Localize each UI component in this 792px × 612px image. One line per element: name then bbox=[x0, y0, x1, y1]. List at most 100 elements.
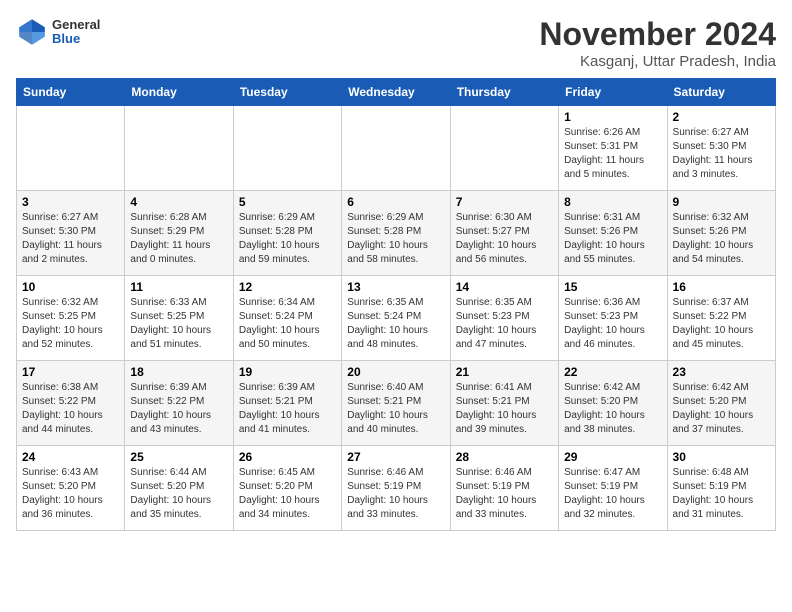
calendar-cell: 17 Sunrise: 6:38 AMSunset: 5:22 PMDayligh… bbox=[17, 361, 125, 446]
day-info: Sunrise: 6:37 AMSunset: 5:22 PMDaylight:… bbox=[673, 296, 770, 352]
weekday-header-saturday: Saturday bbox=[667, 79, 775, 106]
day-info: Sunrise: 6:42 AMSunset: 5:20 PMDaylight:… bbox=[673, 381, 770, 437]
calendar-cell: 25Sunrise: 6:44 AMSunset: 5:20 PMDayligh… bbox=[125, 446, 233, 531]
day-info: Sunrise: 6:39 AMSunset: 5:22 PMDaylight:… bbox=[130, 381, 227, 437]
day-info: Sunrise: 6:38 AMSunset: 5:22 PMDaylight:… bbox=[22, 381, 119, 437]
calendar-cell: 14 Sunrise: 6:35 AMSunset: 5:23 PMDayligh… bbox=[450, 276, 558, 361]
day-number: 22 bbox=[564, 365, 661, 379]
calendar-cell: 22 Sunrise: 6:42 AMSunset: 5:20 PMDayligh… bbox=[559, 361, 667, 446]
weekday-header-row: SundayMondayTuesdayWednesdayThursdayFrid… bbox=[17, 79, 776, 106]
day-info: Sunrise: 6:42 AMSunset: 5:20 PMDaylight:… bbox=[564, 381, 661, 437]
day-info: Sunrise: 6:32 AMSunset: 5:26 PMDaylight:… bbox=[673, 211, 770, 267]
day-number: 30 bbox=[673, 450, 770, 464]
day-info: Sunrise: 6:47 AMSunset: 5:19 PMDaylight:… bbox=[564, 466, 661, 522]
day-info: Sunrise: 6:43 AMSunset: 5:20 PMDaylight:… bbox=[22, 466, 119, 522]
day-number: 1 bbox=[564, 110, 661, 124]
calendar-cell: 9 Sunrise: 6:32 AMSunset: 5:26 PMDaylight… bbox=[667, 191, 775, 276]
calendar-cell: 2 Sunrise: 6:27 AMSunset: 5:30 PMDaylight… bbox=[667, 106, 775, 191]
day-info: Sunrise: 6:39 AMSunset: 5:21 PMDaylight:… bbox=[239, 381, 336, 437]
calendar-cell bbox=[233, 106, 341, 191]
day-info: Sunrise: 6:27 AMSunset: 5:30 PMDaylight:… bbox=[673, 126, 770, 182]
calendar-cell: 21 Sunrise: 6:41 AMSunset: 5:21 PMDayligh… bbox=[450, 361, 558, 446]
page-header: General Blue November 2024 Kasganj, Utta… bbox=[16, 16, 776, 70]
calendar-cell: 6Sunrise: 6:29 AMSunset: 5:28 PMDaylight… bbox=[342, 191, 450, 276]
calendar-cell: 24Sunrise: 6:43 AMSunset: 5:20 PMDayligh… bbox=[17, 446, 125, 531]
day-number: 20 bbox=[347, 365, 444, 379]
day-number: 16 bbox=[673, 280, 770, 294]
day-info: Sunrise: 6:29 AMSunset: 5:28 PMDaylight:… bbox=[347, 211, 444, 267]
calendar-cell: 4Sunrise: 6:28 AMSunset: 5:29 PMDaylight… bbox=[125, 191, 233, 276]
weekday-header-tuesday: Tuesday bbox=[233, 79, 341, 106]
day-info: Sunrise: 6:26 AMSunset: 5:31 PMDaylight:… bbox=[564, 126, 661, 182]
day-number: 28 bbox=[456, 450, 553, 464]
title-section: November 2024 Kasganj, Uttar Pradesh, In… bbox=[539, 16, 776, 70]
calendar-week-2: 3Sunrise: 6:27 AMSunset: 5:30 PMDaylight… bbox=[17, 191, 776, 276]
calendar-cell: 1 Sunrise: 6:26 AMSunset: 5:31 PMDaylight… bbox=[559, 106, 667, 191]
calendar-cell: 19 Sunrise: 6:39 AMSunset: 5:21 PMDayligh… bbox=[233, 361, 341, 446]
day-number: 21 bbox=[456, 365, 553, 379]
day-number: 10 bbox=[22, 280, 119, 294]
day-info: Sunrise: 6:45 AMSunset: 5:20 PMDaylight:… bbox=[239, 466, 336, 522]
day-info: Sunrise: 6:36 AMSunset: 5:23 PMDaylight:… bbox=[564, 296, 661, 352]
day-number: 29 bbox=[564, 450, 661, 464]
day-number: 9 bbox=[673, 195, 770, 209]
month-title: November 2024 bbox=[539, 16, 776, 53]
calendar-cell bbox=[342, 106, 450, 191]
weekday-header-thursday: Thursday bbox=[450, 79, 558, 106]
day-info: Sunrise: 6:34 AMSunset: 5:24 PMDaylight:… bbox=[239, 296, 336, 352]
day-number: 3 bbox=[22, 195, 119, 209]
calendar-cell: 10Sunrise: 6:32 AMSunset: 5:25 PMDayligh… bbox=[17, 276, 125, 361]
weekday-header-sunday: Sunday bbox=[17, 79, 125, 106]
day-number: 23 bbox=[673, 365, 770, 379]
calendar-week-3: 10Sunrise: 6:32 AMSunset: 5:25 PMDayligh… bbox=[17, 276, 776, 361]
day-number: 14 bbox=[456, 280, 553, 294]
calendar-week-5: 24Sunrise: 6:43 AMSunset: 5:20 PMDayligh… bbox=[17, 446, 776, 531]
day-info: Sunrise: 6:33 AMSunset: 5:25 PMDaylight:… bbox=[130, 296, 227, 352]
day-info: Sunrise: 6:46 AMSunset: 5:19 PMDaylight:… bbox=[456, 466, 553, 522]
day-info: Sunrise: 6:31 AMSunset: 5:26 PMDaylight:… bbox=[564, 211, 661, 267]
calendar-cell bbox=[450, 106, 558, 191]
day-number: 25 bbox=[130, 450, 227, 464]
day-number: 26 bbox=[239, 450, 336, 464]
calendar-cell: 20Sunrise: 6:40 AMSunset: 5:21 PMDayligh… bbox=[342, 361, 450, 446]
day-number: 4 bbox=[130, 195, 227, 209]
calendar-cell: 13 Sunrise: 6:35 AMSunset: 5:24 PMDayligh… bbox=[342, 276, 450, 361]
logo: General Blue bbox=[16, 16, 100, 48]
day-number: 13 bbox=[347, 280, 444, 294]
calendar-cell bbox=[17, 106, 125, 191]
day-number: 19 bbox=[239, 365, 336, 379]
calendar-cell: 11 Sunrise: 6:33 AMSunset: 5:25 PMDayligh… bbox=[125, 276, 233, 361]
day-number: 11 bbox=[130, 280, 227, 294]
day-number: 27 bbox=[347, 450, 444, 464]
day-number: 17 bbox=[22, 365, 119, 379]
day-info: Sunrise: 6:35 AMSunset: 5:23 PMDaylight:… bbox=[456, 296, 553, 352]
day-number: 5 bbox=[239, 195, 336, 209]
day-number: 7 bbox=[456, 195, 553, 209]
day-number: 2 bbox=[673, 110, 770, 124]
calendar-cell: 28 Sunrise: 6:46 AMSunset: 5:19 PMDayligh… bbox=[450, 446, 558, 531]
calendar-cell: 7Sunrise: 6:30 AMSunset: 5:27 PMDaylight… bbox=[450, 191, 558, 276]
calendar-cell: 26 Sunrise: 6:45 AMSunset: 5:20 PMDayligh… bbox=[233, 446, 341, 531]
weekday-header-wednesday: Wednesday bbox=[342, 79, 450, 106]
calendar-cell: 12 Sunrise: 6:34 AMSunset: 5:24 PMDayligh… bbox=[233, 276, 341, 361]
calendar-table: SundayMondayTuesdayWednesdayThursdayFrid… bbox=[16, 78, 776, 531]
calendar-week-1: 1 Sunrise: 6:26 AMSunset: 5:31 PMDaylight… bbox=[17, 106, 776, 191]
logo-general: General bbox=[52, 18, 100, 32]
day-info: Sunrise: 6:41 AMSunset: 5:21 PMDaylight:… bbox=[456, 381, 553, 437]
day-info: Sunrise: 6:35 AMSunset: 5:24 PMDaylight:… bbox=[347, 296, 444, 352]
weekday-header-friday: Friday bbox=[559, 79, 667, 106]
calendar-cell: 15 Sunrise: 6:36 AMSunset: 5:23 PMDayligh… bbox=[559, 276, 667, 361]
calendar-cell: 3Sunrise: 6:27 AMSunset: 5:30 PMDaylight… bbox=[17, 191, 125, 276]
logo-icon bbox=[16, 16, 48, 48]
logo-blue: Blue bbox=[52, 32, 100, 46]
day-number: 12 bbox=[239, 280, 336, 294]
day-info: Sunrise: 6:48 AMSunset: 5:19 PMDaylight:… bbox=[673, 466, 770, 522]
day-info: Sunrise: 6:46 AMSunset: 5:19 PMDaylight:… bbox=[347, 466, 444, 522]
calendar-cell: 29 Sunrise: 6:47 AMSunset: 5:19 PMDayligh… bbox=[559, 446, 667, 531]
calendar-week-4: 17 Sunrise: 6:38 AMSunset: 5:22 PMDayligh… bbox=[17, 361, 776, 446]
day-number: 15 bbox=[564, 280, 661, 294]
calendar-cell: 18 Sunrise: 6:39 AMSunset: 5:22 PMDayligh… bbox=[125, 361, 233, 446]
day-number: 18 bbox=[130, 365, 227, 379]
calendar-cell: 16 Sunrise: 6:37 AMSunset: 5:22 PMDayligh… bbox=[667, 276, 775, 361]
calendar-cell: 23 Sunrise: 6:42 AMSunset: 5:20 PMDayligh… bbox=[667, 361, 775, 446]
